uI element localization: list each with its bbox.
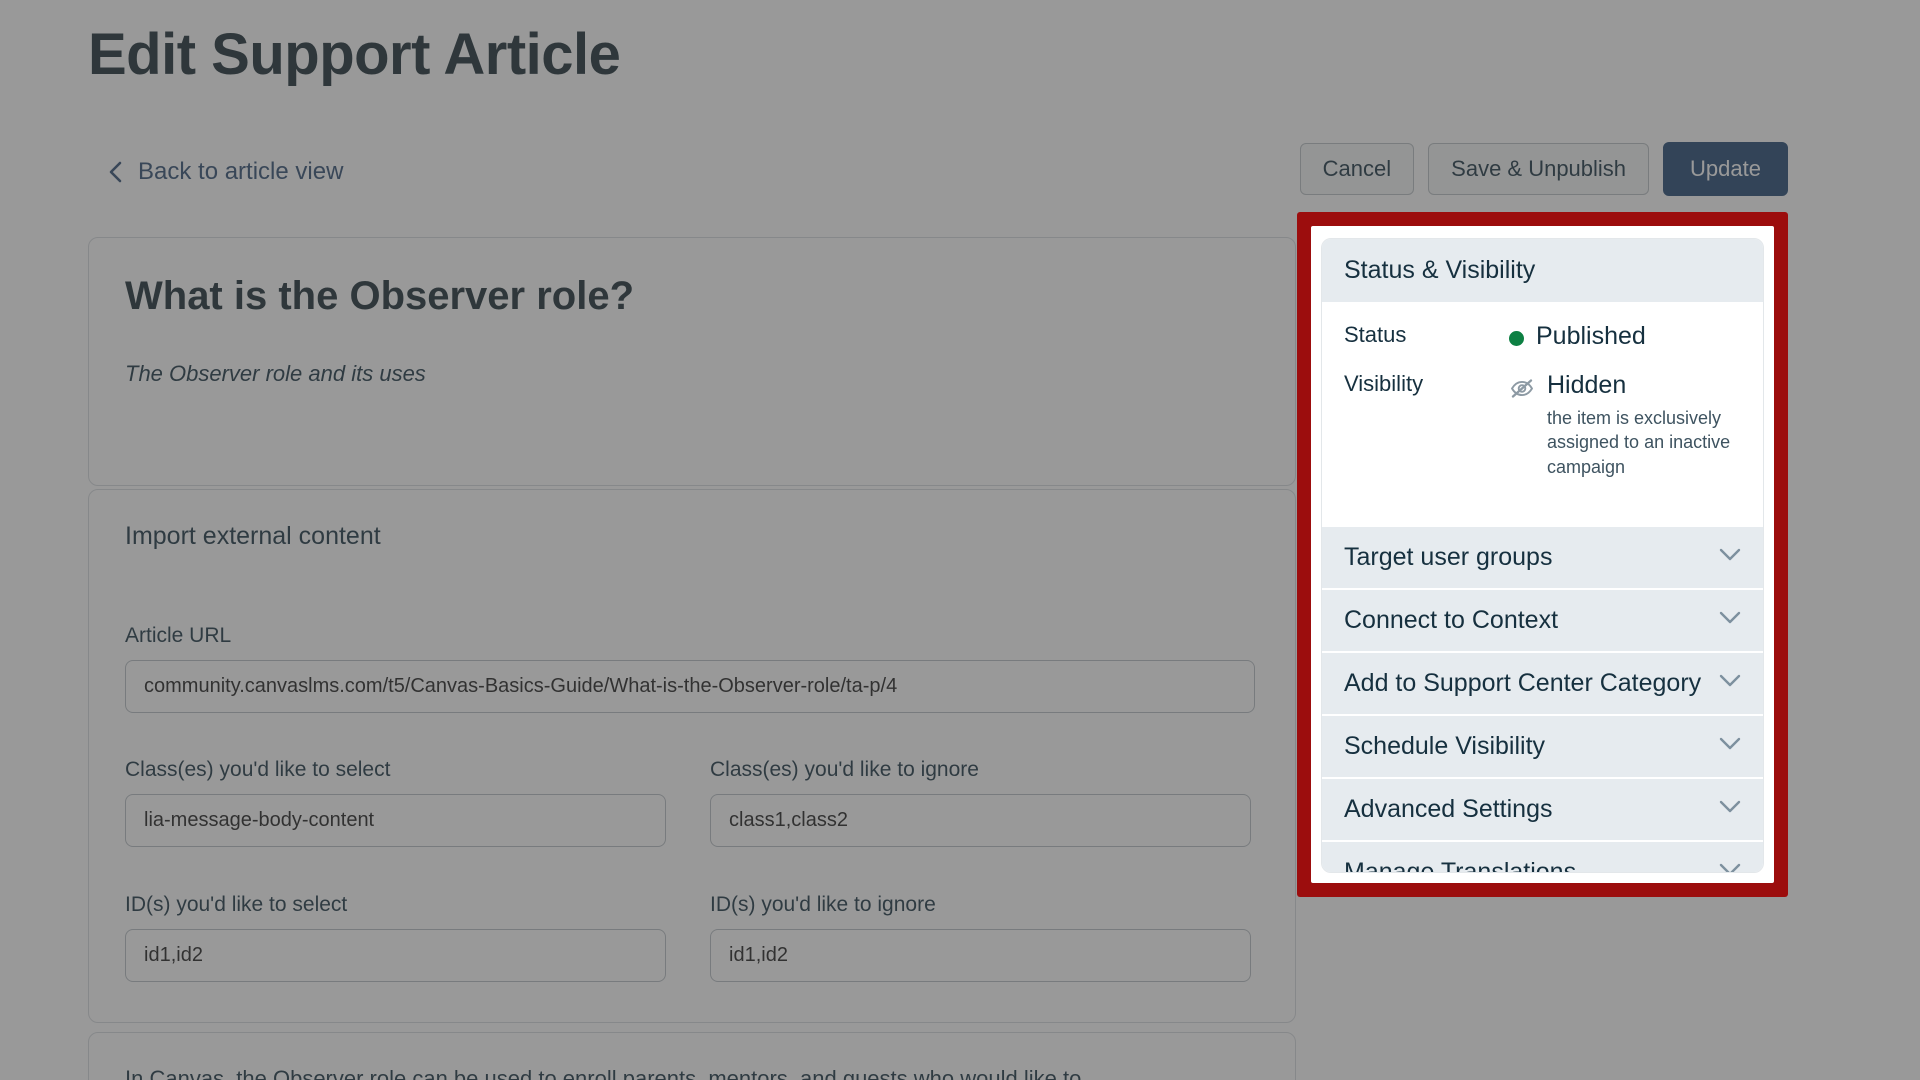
visibility-value-group: Hidden the item is exclusively assigned …: [1509, 369, 1741, 479]
accordion-label: Advanced Settings: [1344, 794, 1553, 823]
import-section-heading: Import external content: [125, 522, 381, 550]
class-select-field: Class(es) you'd like to select: [125, 758, 666, 847]
class-ignore-field: Class(es) you'd like to ignore: [710, 758, 1251, 847]
class-ignore-input[interactable]: [710, 794, 1251, 847]
highlight-inner: Status & Visibility Status Published Vis…: [1311, 226, 1774, 883]
id-ignore-input[interactable]: [710, 929, 1251, 982]
status-value: Published: [1536, 322, 1646, 350]
id-ignore-field: ID(s) you'd like to ignore: [710, 893, 1251, 982]
status-value-group: Published: [1509, 320, 1646, 353]
accordion-label: Add to Support Center Category: [1344, 668, 1702, 697]
accordion-target-user-groups[interactable]: Target user groups: [1322, 524, 1763, 588]
id-select-field: ID(s) you'd like to select: [125, 893, 666, 982]
id-select-label: ID(s) you'd like to select: [125, 893, 348, 916]
accordion-manage-translations[interactable]: Manage Translations: [1322, 839, 1763, 873]
status-dot-icon: [1509, 331, 1524, 346]
chevron-down-icon[interactable]: [1719, 548, 1741, 566]
save-and-unpublish-button[interactable]: Save & Unpublish: [1428, 143, 1650, 196]
chevron-down-icon[interactable]: [1719, 611, 1741, 629]
article-url-field: Article URL: [125, 624, 1255, 713]
accordion-schedule-visibility[interactable]: Schedule Visibility: [1322, 713, 1763, 777]
status-visibility-panel: Status & Visibility Status Published Vis…: [1321, 238, 1764, 873]
accordion-label: Target user groups: [1344, 542, 1553, 571]
accordion-advanced-settings[interactable]: Advanced Settings: [1322, 776, 1763, 840]
accordion-add-to-support-center-category[interactable]: Add to Support Center Category: [1322, 650, 1763, 714]
accordion-list: Target user groups Connect to Context Ad…: [1322, 524, 1763, 873]
article-url-label: Article URL: [125, 624, 232, 647]
visibility-label: Visibility: [1344, 370, 1424, 396]
id-select-input[interactable]: [125, 929, 666, 982]
app-root: Edit Support Article Back to article vie…: [0, 0, 1920, 1080]
page-title: Edit Support Article: [88, 22, 621, 87]
article-body-excerpt: In Canvas, the Observer role can be used…: [125, 1066, 1082, 1080]
class-ignore-label: Class(es) you'd like to ignore: [710, 758, 979, 781]
accordion-label: Manage Translations: [1344, 857, 1577, 873]
accordion-label: Schedule Visibility: [1344, 731, 1546, 760]
class-select-input[interactable]: [125, 794, 666, 847]
article-header-card: What is the Observer role? The Observer …: [88, 237, 1296, 486]
chevron-down-icon[interactable]: [1719, 674, 1741, 692]
article-title: What is the Observer role?: [125, 274, 635, 318]
cancel-button[interactable]: Cancel: [1299, 143, 1415, 196]
chevron-left-icon: [108, 161, 124, 183]
highlight-outline: Status & Visibility Status Published Vis…: [1297, 212, 1788, 897]
chevron-down-icon[interactable]: [1719, 800, 1741, 818]
status-row: Status Published: [1344, 320, 1741, 353]
chevron-down-icon[interactable]: [1719, 863, 1741, 872]
accordion-label: Connect to Context: [1344, 605, 1559, 634]
visibility-value: Hidden: [1547, 370, 1627, 399]
back-to-article-view-link[interactable]: Back to article view: [108, 158, 343, 186]
update-button[interactable]: Update: [1663, 142, 1788, 197]
panel-header: Status & Visibility: [1322, 239, 1763, 302]
status-label: Status: [1344, 322, 1407, 347]
article-subtitle: The Observer role and its uses: [125, 361, 426, 386]
back-link-label: Back to article view: [138, 158, 344, 185]
panel-body: Status Published Visibility Hidden the i…: [1322, 302, 1763, 521]
article-url-input[interactable]: [125, 660, 1255, 713]
action-button-row: Cancel Save & Unpublish Update: [1299, 142, 1788, 197]
visibility-row: Visibility Hidden the item is exclusivel…: [1344, 369, 1741, 479]
accordion-connect-to-context[interactable]: Connect to Context: [1322, 587, 1763, 651]
class-select-label: Class(es) you'd like to select: [125, 758, 391, 781]
eye-off-icon: [1509, 369, 1535, 406]
visibility-note: the item is exclusively assigned to an i…: [1547, 408, 1731, 477]
chevron-down-icon[interactable]: [1719, 737, 1741, 755]
id-ignore-label: ID(s) you'd like to ignore: [710, 893, 936, 916]
